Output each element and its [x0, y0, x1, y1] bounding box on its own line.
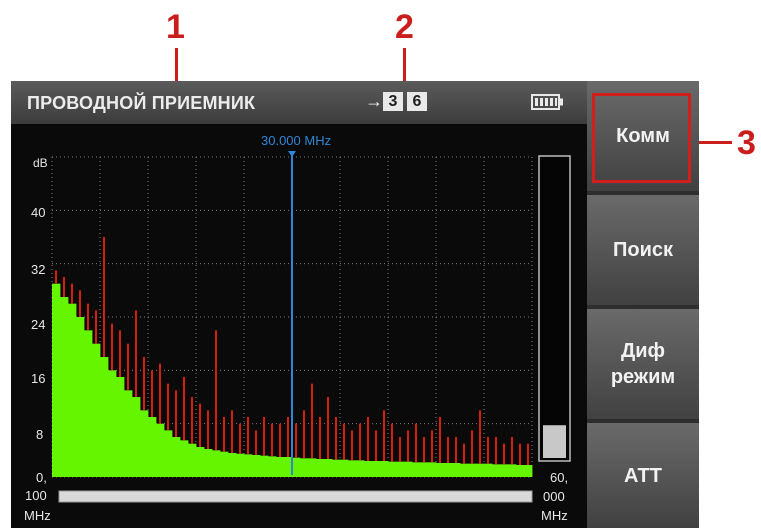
- spectrum-bar: [356, 460, 365, 477]
- spectrum-bar: [316, 459, 325, 477]
- spectrum-bar: [308, 458, 317, 477]
- x-end-value-1: 60,: [550, 470, 569, 485]
- spectrum-bar: [236, 453, 245, 477]
- diff-mode-label-line2: режим: [610, 366, 676, 388]
- spectrum-bar: [444, 463, 453, 477]
- att-button[interactable]: АТТ: [587, 423, 699, 528]
- diff-mode-label-line1: Диф: [620, 340, 666, 362]
- spectrum-bar: [276, 457, 285, 477]
- spectrum-bar: [404, 461, 413, 477]
- spectrum-bar: [180, 440, 189, 477]
- spectrum-bar: [340, 459, 349, 477]
- spectrum-bar: [292, 457, 301, 477]
- diff-mode-button[interactable]: Диф режим: [587, 309, 699, 419]
- spectrum-bar: [132, 397, 141, 477]
- spectrum-bar: [460, 463, 469, 477]
- spectrum-bar: [500, 464, 509, 477]
- search-button[interactable]: Поиск: [587, 195, 699, 305]
- spectrum-bar: [412, 462, 421, 477]
- y-tick-0: 0,: [36, 470, 47, 485]
- spectrum-bar: [124, 390, 133, 477]
- spectrum-bar: [388, 461, 397, 477]
- spectrum-bar: [300, 458, 309, 477]
- spectrum-bar: [492, 464, 501, 477]
- spectrum-bar: [476, 463, 485, 477]
- spectrum-bar: [468, 463, 477, 477]
- spectrum-bar: [452, 463, 461, 477]
- x-start-value: 100: [25, 488, 47, 503]
- spectrum-bar: [380, 461, 389, 477]
- search-button-label: Поиск: [612, 239, 674, 261]
- spectrum-bar: [188, 443, 197, 477]
- spectrum-bar: [204, 449, 213, 477]
- spectrum-bar: [148, 417, 157, 477]
- spectrum-bar: [508, 464, 517, 477]
- spectrum-bar: [116, 377, 125, 477]
- spectrum-bar: [436, 463, 445, 477]
- comm-button-highlight: [592, 93, 691, 183]
- spectrum-bar: [92, 343, 101, 477]
- spectrum-bar: [100, 357, 109, 477]
- y-tick-16: 16: [31, 371, 46, 386]
- x-start-unit: MHz: [24, 508, 51, 523]
- y-axis-unit: dB: [33, 156, 48, 170]
- spectrum-bar: [172, 437, 181, 477]
- spectrum-bar: [420, 462, 429, 477]
- level-meter-frame: [538, 155, 571, 462]
- spectrum-bar: [364, 461, 373, 477]
- spectrum-bar: [428, 462, 437, 477]
- y-tick-32: 32: [31, 262, 46, 277]
- marker-frequency-label: 30.000 MHz: [261, 133, 332, 148]
- spectrum-bar: [196, 447, 205, 477]
- y-tick-8: 8: [36, 427, 44, 442]
- spectrum-bar: [220, 451, 229, 477]
- x-end-value-2: 000: [543, 489, 565, 504]
- spectrum-bar: [332, 459, 341, 477]
- spectrum-bar: [108, 370, 117, 477]
- spectrum-bar: [252, 455, 261, 477]
- spectrum-bar: [260, 455, 269, 477]
- spectrum-bar: [516, 465, 525, 477]
- spectrum-bar: [396, 461, 405, 477]
- spectrum-bar: [324, 459, 333, 477]
- x-end-unit: MHz: [541, 508, 568, 523]
- level-meter-fill: [543, 425, 566, 458]
- spectrum-bar: [60, 297, 69, 477]
- spectrum-bar: [372, 461, 381, 477]
- spectrum-bar: [164, 430, 173, 477]
- spectrum-bar: [484, 463, 493, 477]
- spectrum-bar: [52, 283, 61, 477]
- spectrum-bar: [524, 465, 533, 477]
- x-range-bar: [58, 490, 533, 503]
- y-tick-40: 40: [31, 205, 46, 220]
- spectrum-bar: [212, 450, 221, 477]
- y-tick-24: 24: [31, 317, 46, 332]
- spectrum-bar: [76, 317, 85, 477]
- spectrum-bar: [244, 454, 253, 477]
- spectrum-bar: [156, 423, 165, 477]
- frequency-marker-arrow-icon: [288, 151, 296, 157]
- att-button-label: АТТ: [624, 464, 662, 487]
- spectrum-bar: [228, 453, 237, 477]
- spectrum-bar: [84, 330, 93, 477]
- spectrum-bar: [268, 456, 277, 477]
- spectrum-bar: [140, 410, 149, 477]
- spectrum-bar: [348, 460, 357, 477]
- spectrum-bar: [68, 303, 77, 477]
